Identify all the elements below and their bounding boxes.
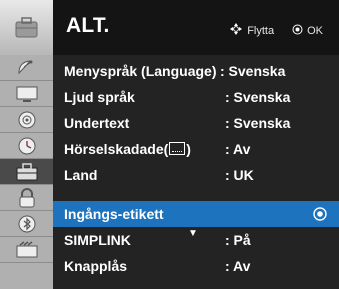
menu-item-key-lock[interactable]: Knapplås : Av [53, 253, 339, 279]
options-menu-list: Menyspråk (Language) : Svenska Ljud språ… [53, 55, 339, 289]
menu-item-value: : Svenska [225, 115, 291, 131]
scroll-down-arrow-icon: ▼ [188, 228, 198, 239]
tv-menu-screen: ALT. Flytta OK Menyspråk (Language): Sv… [0, 0, 339, 289]
menu-item-subtitle[interactable]: Undertext : Svenska [53, 110, 339, 136]
options-header-icon [0, 0, 53, 55]
menu-item-value: : Av [225, 141, 251, 157]
move-arrows-icon [229, 22, 243, 39]
audio-speaker-icon[interactable] [0, 107, 53, 133]
ok-button-icon [292, 24, 303, 38]
menu-item-hearing-impaired[interactable]: Hörselskadade() : Av [53, 136, 339, 162]
menu-item-label: Ingångs-etikett [64, 206, 164, 222]
ok-select-icon [313, 207, 327, 224]
navigation-hint: Flytta OK [229, 22, 323, 39]
menu-item-value: : Av [225, 258, 251, 274]
menu-item-label: Ljud språk [64, 89, 135, 105]
menu-item-label: Land [64, 167, 98, 183]
menu-item-value: : Svenska [225, 89, 291, 105]
satellite-dish-icon[interactable] [0, 55, 53, 81]
options-suitcase-icon[interactable] [0, 159, 53, 185]
menu-item-input-label[interactable]: Ingångs-etikett [53, 201, 339, 227]
ok-hint-label: OK [307, 24, 323, 37]
clock-icon[interactable] [0, 133, 53, 159]
subtitle-cc-icon [169, 142, 186, 155]
move-hint-label: Flytta [247, 24, 275, 37]
menu-header: ALT. Flytta OK [0, 0, 339, 55]
menu-item-country[interactable]: Land : UK [53, 162, 339, 188]
menu-item-value: : Svenska [220, 63, 286, 79]
page-title: ALT. [66, 14, 110, 37]
menu-item-label: Menyspråk (Language) [64, 63, 217, 79]
menu-item-menu-language[interactable]: Menyspråk (Language) : Svenska [53, 58, 339, 84]
input-usb-icon[interactable] [0, 237, 53, 263]
menu-item-label: Hörselskadade() [64, 141, 191, 157]
menu-item-value: : UK [225, 167, 254, 183]
menu-item-audio-language[interactable]: Ljud språk : Svenska [53, 84, 339, 110]
bluetooth-icon[interactable] [0, 211, 53, 237]
lock-icon[interactable] [0, 185, 53, 211]
menu-item-label: Knapplås [64, 258, 128, 274]
picture-screen-icon[interactable] [0, 81, 53, 107]
menu-item-label: Undertext [64, 115, 130, 131]
category-sidebar [0, 55, 53, 289]
